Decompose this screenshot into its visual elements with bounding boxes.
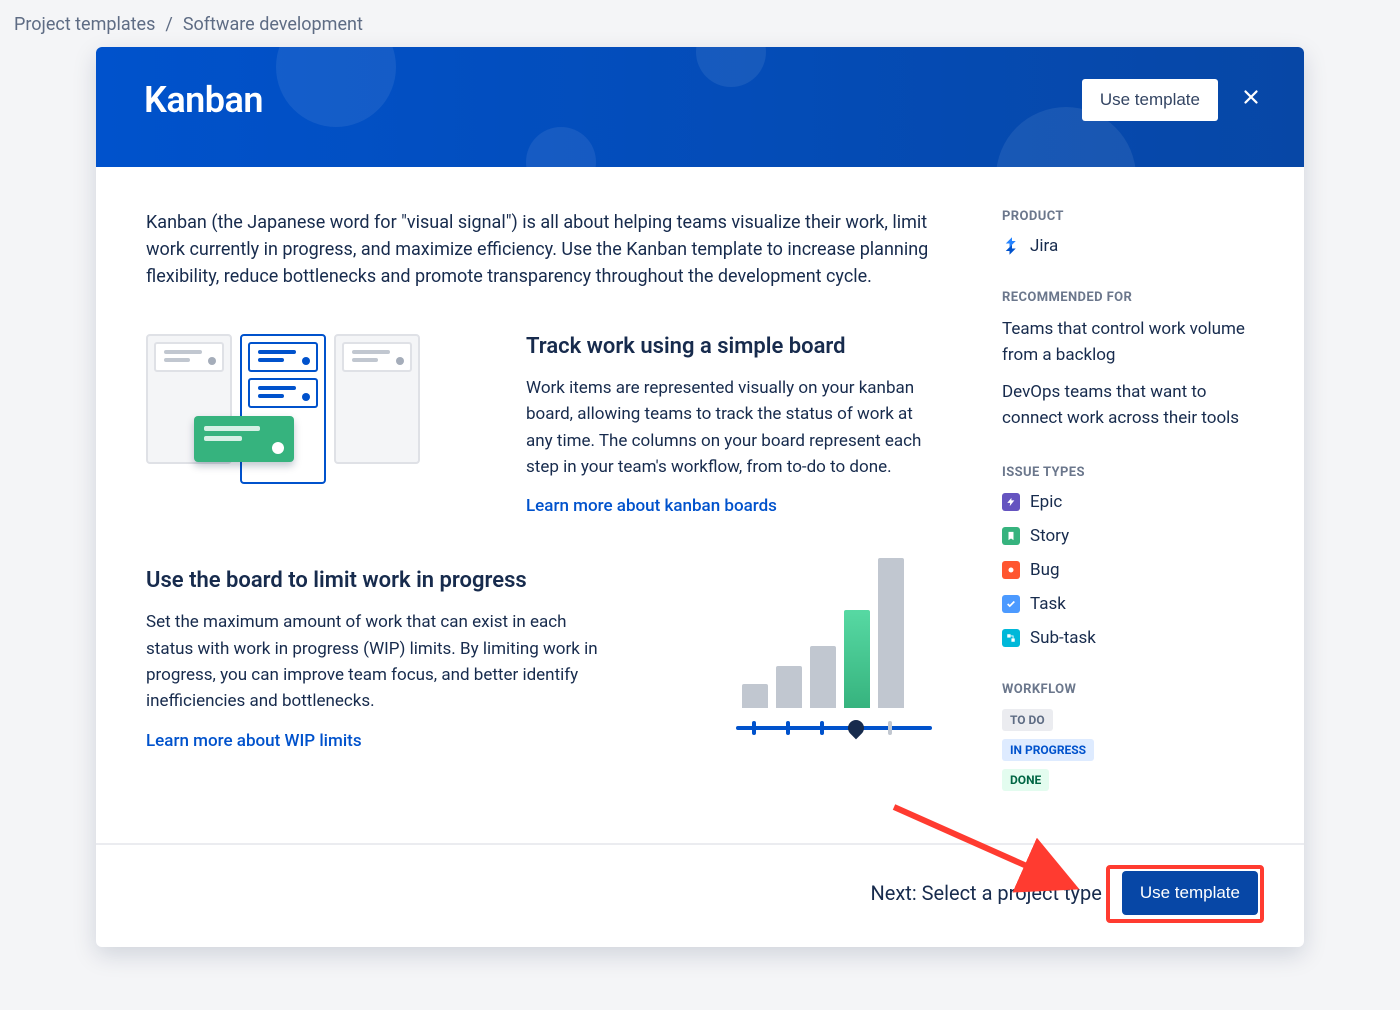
subtask-icon (1002, 629, 1020, 647)
jira-icon (1002, 236, 1022, 256)
issue-type-task: Task (1002, 594, 1258, 614)
recommended-item: DevOps teams that want to connect work a… (1002, 380, 1258, 431)
issue-types-label: ISSUE TYPES (1002, 465, 1258, 480)
bug-icon (1002, 561, 1020, 579)
modal-header: Kanban Use template (96, 47, 1304, 167)
workflow-status-inprogress: IN PROGRESS (1002, 739, 1094, 761)
feature-wip-limits: Use the board to limit work in progress … (146, 568, 942, 750)
wip-chart-illustration (742, 568, 942, 748)
issue-type-subtask: Sub-task (1002, 628, 1258, 648)
breadcrumb-root[interactable]: Project templates (14, 14, 155, 35)
feature-title: Track work using a simple board (526, 334, 942, 359)
modal-footer: Next: Select a project type Use template (96, 843, 1304, 947)
product-name: Jira (1030, 236, 1058, 256)
feature-body: Set the maximum amount of work that can … (146, 609, 612, 714)
issue-type-bug: Bug (1002, 560, 1258, 580)
page-title: Kanban (144, 79, 263, 121)
task-icon (1002, 595, 1020, 613)
story-icon (1002, 527, 1020, 545)
sidebar: PRODUCT Jira RECOMMENDED FOR Teams that … (1002, 209, 1258, 833)
breadcrumb: Project templates / Software development (0, 14, 1400, 47)
learn-more-kanban-link[interactable]: Learn more about kanban boards (526, 496, 777, 516)
workflow-label: WORKFLOW (1002, 682, 1258, 697)
breadcrumb-separator: / (165, 14, 172, 35)
breadcrumb-current: Software development (183, 14, 363, 35)
use-template-button-top[interactable]: Use template (1082, 79, 1218, 121)
workflow-status-done: DONE (1002, 769, 1049, 791)
issue-type-story: Story (1002, 526, 1258, 546)
workflow-status-todo: TO DO (1002, 709, 1053, 731)
close-icon[interactable] (1240, 86, 1262, 115)
recommended-item: Teams that control work volume from a ba… (1002, 317, 1258, 368)
template-detail-modal: Kanban Use template Kanban (the Japanese… (96, 47, 1304, 947)
issue-type-epic: Epic (1002, 492, 1258, 512)
learn-more-wip-link[interactable]: Learn more about WIP limits (146, 731, 362, 751)
product-label: PRODUCT (1002, 209, 1258, 224)
epic-icon (1002, 493, 1020, 511)
product-row: Jira (1002, 236, 1258, 256)
next-step-label: Next: Select a project type (871, 881, 1102, 905)
recommended-label: RECOMMENDED FOR (1002, 290, 1258, 305)
use-template-button[interactable]: Use template (1122, 871, 1258, 915)
kanban-board-illustration (146, 334, 456, 504)
feature-title: Use the board to limit work in progress (146, 568, 612, 593)
feature-track-work: Track work using a simple board Work ite… (146, 334, 942, 516)
template-description: Kanban (the Japanese word for "visual si… (146, 209, 942, 290)
feature-body: Work items are represented visually on y… (526, 375, 942, 480)
